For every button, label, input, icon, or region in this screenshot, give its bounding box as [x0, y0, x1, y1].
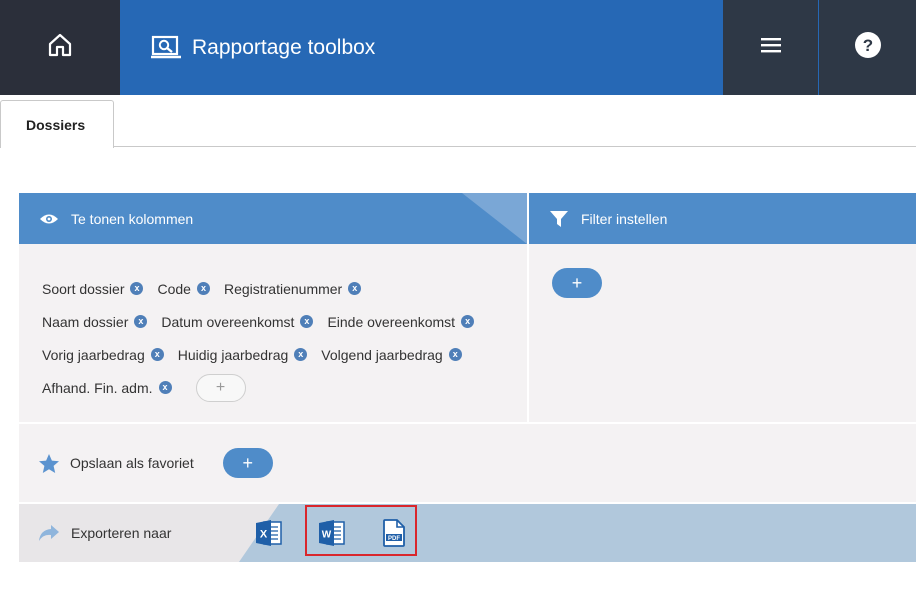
star-icon [38, 453, 60, 474]
menu-button[interactable] [723, 0, 818, 95]
column-chip: Registratienummer x [224, 281, 362, 297]
chip-row: Vorig jaarbedrag x Huidig jaarbedrag x Vol… [42, 338, 512, 371]
pdf-icon: PDF [381, 519, 407, 552]
export-label-area: Exporteren naar [19, 504, 279, 562]
svg-text:PDF: PDF [388, 536, 400, 542]
column-chip: Soort dossier x [42, 281, 144, 297]
columns-panel-header: Te tonen kolommen [19, 193, 527, 244]
filter-panel-header: Filter instellen [529, 193, 916, 244]
svg-text:W: W [322, 530, 332, 541]
column-chip: Code x [157, 281, 210, 297]
app-title: Rapportage toolbox [192, 35, 376, 59]
favorite-label: Opslaan als favoriet [70, 455, 194, 471]
top-bar: Rapportage toolbox ? [0, 0, 916, 95]
column-chip: Naam dossier x [42, 314, 148, 330]
chip-row: Naam dossier x Datum overeenkomst x Einde … [42, 305, 512, 338]
export-label: Exporteren naar [71, 525, 172, 541]
export-word-button[interactable]: W [318, 518, 346, 548]
brand: Rapportage toolbox [150, 0, 375, 95]
column-chip: Einde overeenkomst x [327, 314, 475, 330]
export-excel-button[interactable]: X [255, 518, 283, 548]
add-filter-button[interactable]: + [552, 268, 602, 298]
eye-icon [39, 213, 59, 225]
export-row: Exporteren naar X W PDF [19, 504, 916, 562]
remove-chip-icon[interactable]: x [294, 348, 308, 361]
columns-panel-title: Te tonen kolommen [71, 210, 194, 227]
filter-panel-title: Filter instellen [581, 210, 668, 227]
add-column-button[interactable]: + [195, 373, 246, 402]
columns-panel-body: Soort dossier x Code x Registratienummer x … [19, 244, 527, 422]
export-pdf-button[interactable]: PDF [381, 518, 409, 548]
remove-chip-icon[interactable]: x [150, 348, 164, 361]
word-icon: W [318, 520, 346, 552]
column-chip: Volgend jaarbedrag x [321, 347, 462, 363]
svg-text:X: X [260, 529, 268, 541]
favorite-row: Opslaan als favoriet + [19, 424, 916, 502]
filter-panel-body: + [529, 244, 916, 422]
column-chip: Datum overeenkomst x [161, 314, 314, 330]
remove-chip-icon[interactable]: x [158, 381, 172, 394]
remove-chip-icon[interactable]: x [134, 315, 148, 328]
column-chip: Afhand. Fin. adm. x [42, 380, 172, 396]
svg-text:?: ? [862, 36, 872, 55]
chip-row: Afhand. Fin. adm. x + [42, 371, 512, 404]
column-chip: Huidig jaarbedrag x [178, 347, 308, 363]
help-button[interactable]: ? [819, 0, 916, 95]
column-chip: Vorig jaarbedrag x [42, 347, 164, 363]
remove-chip-icon[interactable]: x [461, 315, 475, 328]
tabs-divider [113, 146, 916, 147]
add-favorite-button[interactable]: + [222, 448, 273, 478]
remove-chip-icon[interactable]: x [196, 282, 210, 295]
remove-chip-icon[interactable]: x [348, 282, 362, 295]
hamburger-icon [760, 37, 781, 58]
home-icon [46, 31, 74, 64]
monitor-search-icon [150, 35, 182, 61]
tab-dossiers[interactable]: Dossiers [0, 100, 114, 148]
header-corner-decoration [462, 193, 527, 244]
home-button[interactable] [0, 0, 120, 95]
excel-icon: X [255, 520, 283, 552]
filter-icon [549, 209, 569, 229]
remove-chip-icon[interactable]: x [300, 315, 314, 328]
help-icon: ? [854, 31, 882, 64]
remove-chip-icon[interactable]: x [130, 282, 144, 295]
chip-row: Soort dossier x Code x Registratienummer x [42, 272, 512, 305]
column-chips: Soort dossier x Code x Registratienummer x … [42, 272, 512, 404]
remove-chip-icon[interactable]: x [448, 348, 462, 361]
share-arrow-icon [38, 524, 60, 542]
